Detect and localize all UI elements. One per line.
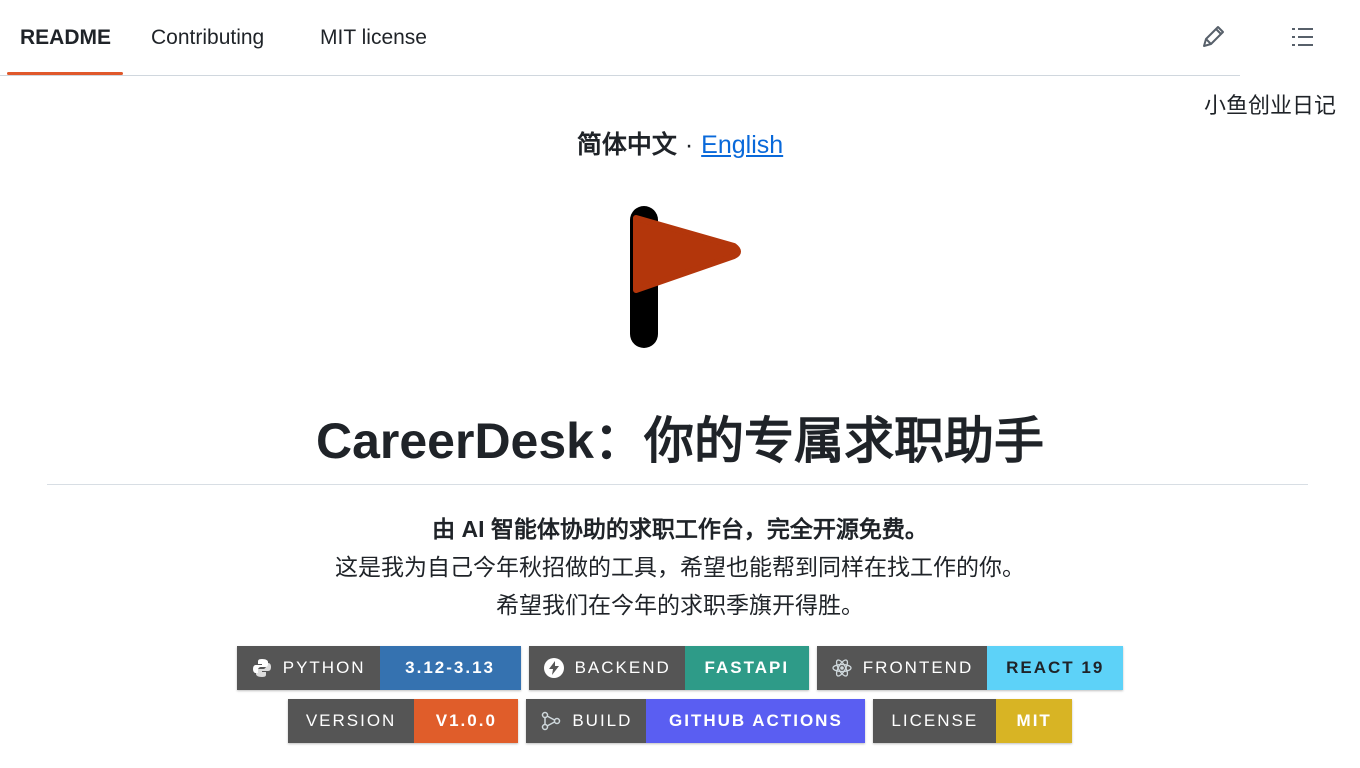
badge-label: LICENSE xyxy=(873,699,997,743)
badge-label-text: PYTHON xyxy=(282,658,366,677)
atom-icon xyxy=(832,659,852,677)
language-switcher: 简体中文 · English xyxy=(0,128,1360,162)
python-icon xyxy=(252,659,271,677)
badge-message: FASTAPI xyxy=(684,646,809,690)
badge-message: MIT xyxy=(996,699,1073,743)
language-separator: · xyxy=(684,131,694,159)
badge-label-text: BACKEND xyxy=(574,658,671,677)
badge-message: V1.0.0 xyxy=(414,699,519,743)
badge-label: BUILD xyxy=(526,699,647,743)
page-title: CareerDesk：你的专属求职助手 xyxy=(316,413,1044,469)
badge-row-2: VERSION V1.0.0 BUILD GITHUB ACTIONS LICE… xyxy=(0,699,1360,743)
bolt-icon xyxy=(543,658,564,678)
lead-line-1: 由 AI 智能体协助的求职工作台，完全开源免费。 xyxy=(432,516,928,542)
badge-license[interactable]: LICENSE MIT xyxy=(873,699,1073,743)
badge-label: FRONTEND xyxy=(816,646,988,690)
badge-label: PYTHON xyxy=(236,646,380,690)
lead-line-3: 希望我们在今年的求职季旗开得胜。 xyxy=(496,592,864,618)
english-link[interactable]: English xyxy=(701,131,783,159)
badge-label-text: LICENSE xyxy=(891,711,979,730)
tab-bar: README Contributing MIT license xyxy=(0,0,1240,76)
badge-build[interactable]: BUILD GITHUB ACTIONS xyxy=(526,699,866,743)
badge-backend[interactable]: BACKEND FASTAPI xyxy=(528,646,809,690)
badge-label-text: BUILD xyxy=(572,711,633,730)
lead-line-2: 这是我为自己今年秋招做的工具，希望也能帮到同样在找工作的你。 xyxy=(335,554,1025,580)
flag-icon xyxy=(626,204,744,350)
side-note: 小鱼创业日记 xyxy=(1203,93,1336,118)
badge-label-text: VERSION xyxy=(305,711,397,730)
badge-row-1: PYTHON 3.12-3.13 BACKEND FASTAPI FRONTEN… xyxy=(0,646,1360,690)
badge-version[interactable]: VERSION V1.0.0 xyxy=(287,699,519,743)
list-icon[interactable] xyxy=(1287,21,1319,53)
badge-message: GITHUB ACTIONS xyxy=(646,699,866,743)
badge-label: BACKEND xyxy=(528,646,685,690)
tab-mit-license[interactable]: MIT license xyxy=(320,24,427,52)
badge-message: REACT 19 xyxy=(987,646,1124,690)
badge-python[interactable]: PYTHON 3.12-3.13 xyxy=(236,646,521,690)
badge-label-text: FRONTEND xyxy=(862,658,974,677)
badge-message: 3.12-3.13 xyxy=(379,646,521,690)
active-tab-indicator xyxy=(7,72,123,75)
title-divider xyxy=(47,484,1308,485)
tab-readme[interactable]: README xyxy=(20,24,111,52)
pencil-icon[interactable] xyxy=(1197,21,1229,53)
current-language: 简体中文 xyxy=(576,131,677,159)
actions-icon xyxy=(542,711,561,731)
tab-contributing[interactable]: Contributing xyxy=(151,24,264,52)
badge-frontend[interactable]: FRONTEND REACT 19 xyxy=(816,646,1124,690)
badge-label: VERSION xyxy=(287,699,415,743)
